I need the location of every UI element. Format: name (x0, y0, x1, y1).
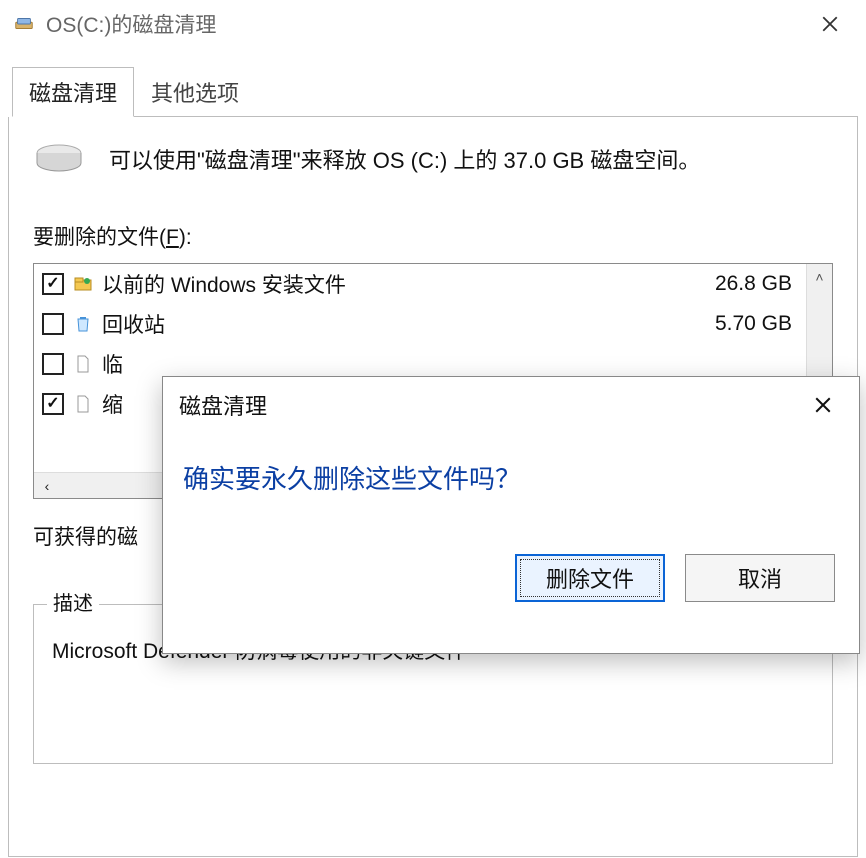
scroll-up-icon[interactable]: ˄ (807, 264, 832, 290)
dialog-close-button[interactable] (799, 381, 847, 429)
list-item[interactable]: 以前的 Windows 安装文件 26.8 GB (34, 264, 806, 304)
dialog-titlebar[interactable]: 磁盘清理 (163, 377, 859, 433)
windows-folder-icon (72, 273, 94, 295)
cancel-button[interactable]: 取消 (685, 554, 835, 602)
files-to-delete-label: 要删除的文件(F): (33, 221, 833, 251)
dialog-button-row: 删除文件 取消 (163, 554, 859, 602)
tab-more-options[interactable]: 其他选项 (134, 67, 256, 117)
tab-disk-cleanup[interactable]: 磁盘清理 (12, 67, 134, 117)
delete-files-button[interactable]: 删除文件 (515, 554, 665, 602)
description-legend: 描述 (47, 587, 99, 616)
window-title: OS(C:)的磁盘清理 (46, 9, 216, 39)
confirm-dialog: 磁盘清理 确实要永久删除这些文件吗？ 删除文件 取消 (162, 376, 860, 654)
file-name: 以前的 Windows 安装文件 (102, 269, 707, 299)
list-item[interactable]: 回收站 5.70 GB (34, 304, 806, 344)
checkbox[interactable] (42, 393, 64, 415)
file-name: 临 (102, 349, 784, 379)
dialog-title: 磁盘清理 (179, 389, 267, 421)
file-size: 5.70 GB (715, 312, 798, 336)
file-size: 26.8 GB (715, 272, 798, 296)
file-icon (72, 393, 94, 415)
dialog-message: 确实要永久删除这些文件吗？ (183, 459, 839, 496)
scroll-left-icon[interactable]: ‹ (34, 473, 60, 498)
summary-text: 可以使用"磁盘清理"来释放 OS (C:) 上的 37.0 GB 磁盘空间。 (109, 143, 700, 175)
disk-icon (33, 141, 85, 177)
checkbox[interactable] (42, 353, 64, 375)
checkbox[interactable] (42, 273, 64, 295)
recycle-bin-icon (72, 313, 94, 335)
file-name: 回收站 (102, 309, 707, 339)
dialog-body: 确实要永久删除这些文件吗？ (163, 433, 859, 496)
titlebar[interactable]: OS(C:)的磁盘清理 (0, 0, 866, 48)
window-close-button[interactable] (806, 0, 854, 48)
summary-row: 可以使用"磁盘清理"来释放 OS (C:) 上的 37.0 GB 磁盘空间。 (33, 141, 833, 177)
tab-strip: 磁盘清理 其他选项 (12, 66, 858, 117)
checkbox[interactable] (42, 313, 64, 335)
file-icon (72, 353, 94, 375)
disk-cleanup-window: OS(C:)的磁盘清理 磁盘清理 其他选项 可以使用"磁盘清理"来释放 OS (… (0, 0, 866, 858)
disk-cleanup-icon (12, 12, 36, 36)
